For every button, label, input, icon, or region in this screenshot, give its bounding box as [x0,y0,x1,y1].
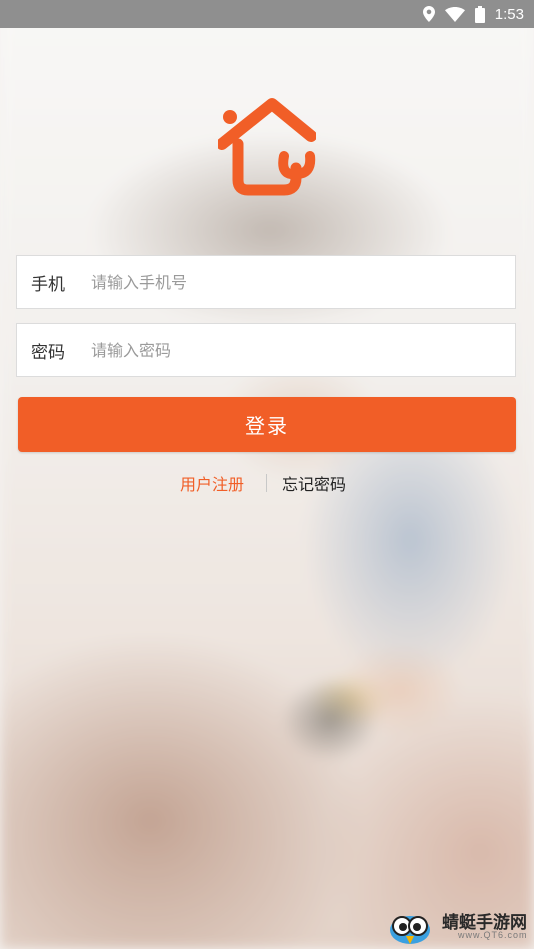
site-watermark: 蜻蜓手游网 www.QT6.com [384,906,530,946]
phone-label: 手机 [31,274,65,295]
house-wrench-logo [216,98,317,196]
password-input[interactable] [91,330,515,370]
password-label: 密码 [31,342,65,363]
login-button[interactable]: 登录 [18,397,516,452]
login-button-label: 登录 [245,414,289,438]
app-logo [216,98,317,198]
dragonfly-mascot-icon [390,916,430,944]
wifi-icon [444,6,465,22]
status-time: 1:53 [494,5,524,23]
status-bar: 1:53 [0,0,534,28]
location-icon [422,6,435,22]
register-link[interactable]: 用户注册 [180,471,244,495]
password-field[interactable]: 密码 [16,323,516,377]
auth-links: 用户注册 忘记密码 [0,468,534,498]
phone-field[interactable]: 手机 [16,255,516,309]
forgot-password-link[interactable]: 忘记密码 [282,471,346,495]
link-divider [266,474,267,492]
phone-input[interactable] [91,262,515,302]
battery-icon [474,5,485,23]
status-icons: 1:53 [422,0,524,28]
watermark-subtitle: www.QT6.com [458,930,528,940]
